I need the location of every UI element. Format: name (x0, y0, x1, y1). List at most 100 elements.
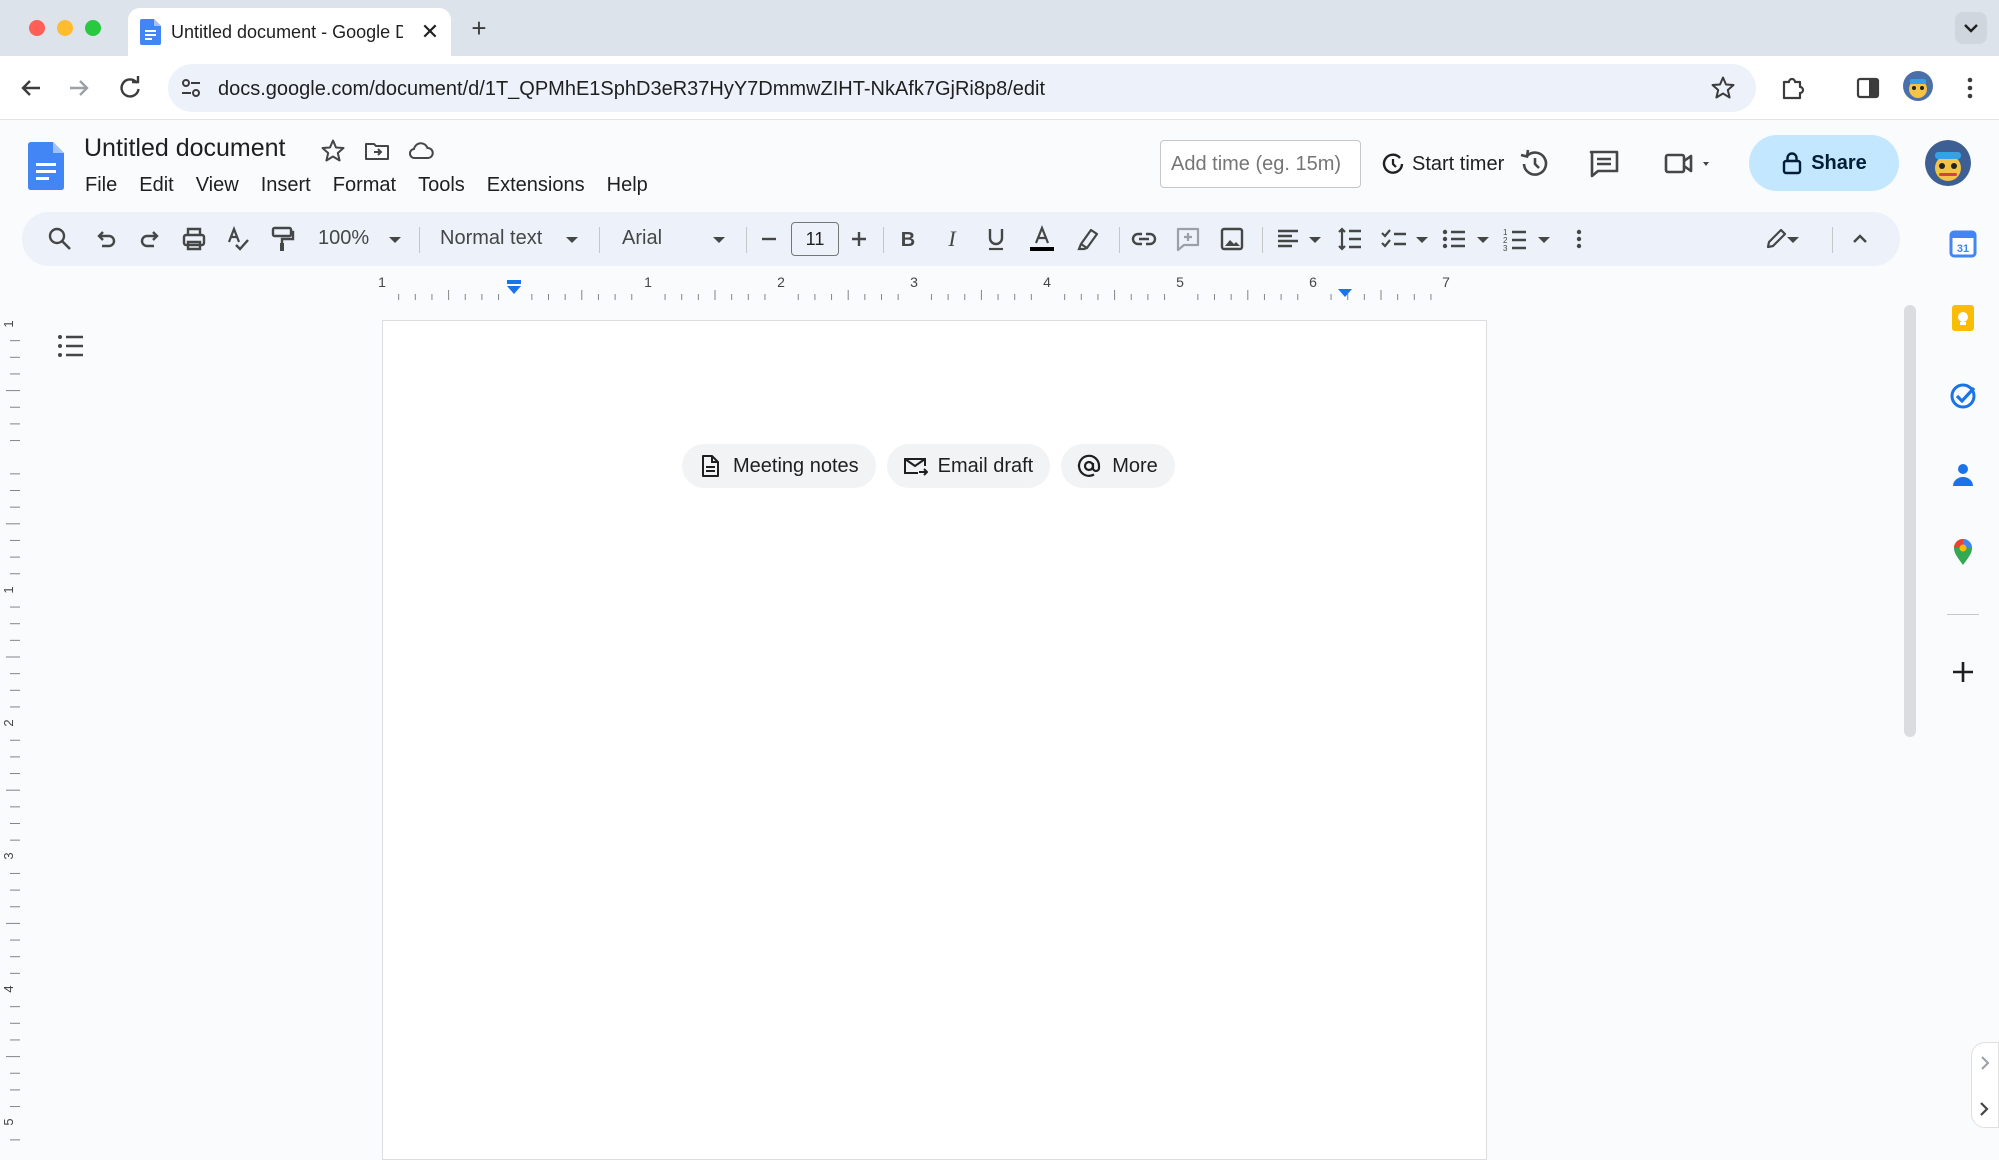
font-caret-icon[interactable] (713, 237, 725, 243)
meeting-notes-chip[interactable]: Meeting notes (682, 444, 876, 488)
numbered-list-icon[interactable]: 123 (1499, 223, 1531, 255)
horizontal-ruler[interactable]: 1 1 2 3 4 5 6 7 (370, 276, 1490, 302)
redo-icon[interactable] (134, 223, 166, 255)
share-button[interactable]: Share (1749, 135, 1899, 191)
side-panel-icon[interactable] (1852, 72, 1884, 104)
menu-format[interactable]: Format (322, 170, 407, 200)
undo-icon[interactable] (90, 223, 122, 255)
start-timer-label: Start timer (1412, 152, 1505, 175)
calendar-icon[interactable]: 31 (1949, 230, 1977, 258)
url-text[interactable]: docs.google.com/document/d/1T_QPMhE1SphD… (218, 78, 1045, 101)
align-left-icon[interactable] (1272, 223, 1304, 255)
document-title[interactable]: Untitled document (84, 134, 286, 163)
bulleted-list-caret-icon[interactable] (1477, 237, 1489, 243)
checklist-caret-icon[interactable] (1416, 237, 1428, 243)
toolbar-divider (1262, 227, 1263, 253)
insert-link-icon[interactable] (1128, 223, 1160, 255)
document-outline-icon[interactable] (56, 332, 86, 360)
spelling-check-icon[interactable] (222, 223, 254, 255)
meet-video-icon[interactable] (1660, 144, 1720, 184)
vertical-ruler[interactable]: 1 1 2 3 4 5 (0, 302, 22, 1142)
more-chip[interactable]: More (1061, 444, 1175, 488)
share-label: Share (1811, 151, 1867, 174)
insert-comment-icon[interactable] (1172, 223, 1204, 255)
account-avatar[interactable] (1925, 140, 1971, 186)
keep-icon[interactable] (1949, 304, 1977, 332)
extensions-puzzle-icon[interactable] (1778, 72, 1810, 104)
italic-icon[interactable]: I (936, 223, 968, 255)
move-folder-icon[interactable] (364, 138, 390, 164)
insert-image-icon[interactable] (1216, 223, 1248, 255)
side-panel: 31 (1925, 212, 1999, 1142)
email-draft-chip[interactable]: Email draft (886, 444, 1051, 488)
bookmark-star-icon[interactable] (1710, 75, 1736, 101)
font-size-input[interactable]: 11 (791, 222, 839, 256)
zoom-select[interactable]: 100% (318, 227, 369, 250)
cloud-saved-icon[interactable] (408, 138, 434, 164)
menu-edit[interactable]: Edit (128, 170, 184, 200)
ruler-label: 1 (378, 276, 386, 290)
toolbar-divider (883, 227, 884, 253)
paragraph-style-select[interactable]: Normal text (440, 227, 542, 250)
forward-icon[interactable] (63, 72, 95, 104)
paint-format-icon[interactable] (266, 223, 298, 255)
bold-icon[interactable]: B (892, 223, 924, 255)
menu-file[interactable]: File (74, 170, 128, 200)
version-history-icon[interactable] (1515, 144, 1555, 184)
window-maximize-button[interactable] (85, 20, 101, 36)
browser-tab-active[interactable]: Untitled document - Google D ✕ (128, 8, 451, 56)
address-bar[interactable]: docs.google.com/document/d/1T_QPMhE1SphD… (168, 64, 1756, 112)
checklist-icon[interactable] (1378, 223, 1410, 255)
maps-icon[interactable] (1949, 538, 1977, 566)
tasks-icon[interactable] (1949, 382, 1977, 410)
lock-icon (1783, 152, 1802, 175)
bulleted-list-icon[interactable] (1438, 223, 1470, 255)
text-color-icon[interactable] (1026, 223, 1058, 255)
get-addons-plus-icon[interactable] (1949, 658, 1977, 686)
vruler-label: 4 (1, 985, 16, 992)
window-close-button[interactable] (29, 20, 45, 36)
chevron-down-icon (1964, 24, 1978, 33)
comments-icon[interactable] (1584, 144, 1624, 184)
menu-view[interactable]: View (185, 170, 250, 200)
print-icon[interactable] (178, 223, 210, 255)
tab-search-button[interactable] (1955, 12, 1987, 44)
menu-tools[interactable]: Tools (407, 170, 476, 200)
search-menus-icon[interactable] (44, 223, 76, 255)
numbered-list-caret-icon[interactable] (1538, 237, 1550, 243)
hide-side-panel-button[interactable] (1971, 1042, 1999, 1128)
profile-avatar-icon[interactable] (1902, 70, 1934, 102)
back-icon[interactable] (15, 72, 47, 104)
add-time-input[interactable] (1160, 140, 1361, 188)
toolbar-divider (419, 227, 420, 253)
menu-extensions[interactable]: Extensions (476, 170, 596, 200)
decrease-font-size-icon[interactable] (753, 223, 785, 255)
reload-icon[interactable] (114, 72, 146, 104)
new-tab-button[interactable]: + (465, 14, 493, 42)
site-settings-icon[interactable] (180, 77, 202, 99)
window-minimize-button[interactable] (57, 20, 73, 36)
toolbar-divider (1119, 227, 1120, 253)
google-docs-logo-icon[interactable] (28, 142, 64, 190)
star-icon[interactable] (320, 138, 346, 164)
contacts-icon[interactable] (1949, 460, 1977, 488)
zoom-caret-icon[interactable] (389, 237, 401, 243)
document-scrollbar[interactable] (1904, 305, 1916, 737)
hide-menus-chevron-up-icon[interactable] (1844, 223, 1876, 255)
style-caret-icon[interactable] (566, 237, 578, 243)
line-spacing-icon[interactable] (1334, 223, 1366, 255)
highlight-color-icon[interactable] (1072, 223, 1104, 255)
tab-close-icon[interactable]: ✕ (418, 20, 442, 44)
underline-icon[interactable] (980, 223, 1012, 255)
chrome-menu-icon[interactable] (1954, 72, 1986, 104)
more-options-icon[interactable] (1563, 223, 1595, 255)
align-caret-icon[interactable] (1309, 237, 1321, 243)
menu-help[interactable]: Help (596, 170, 659, 200)
font-select[interactable]: Arial (622, 227, 662, 250)
start-timer-button[interactable]: Start timer (1380, 140, 1504, 188)
document-icon (702, 455, 719, 477)
increase-font-size-icon[interactable] (843, 223, 875, 255)
editing-mode-caret-icon[interactable] (1787, 237, 1799, 243)
chevron-right-icon (1980, 1056, 1990, 1116)
menu-insert[interactable]: Insert (250, 170, 322, 200)
